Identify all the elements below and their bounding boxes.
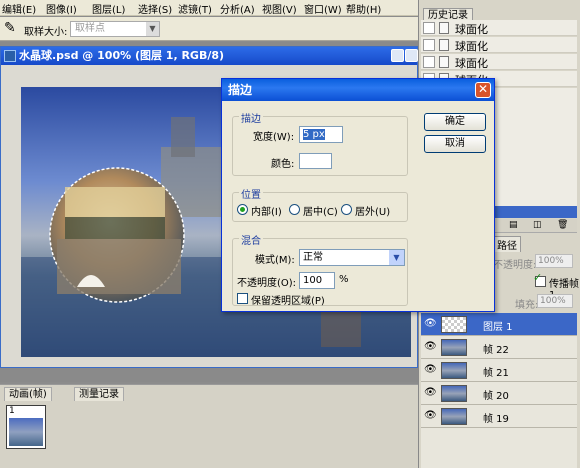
eye-icon[interactable]: 👁 — [424, 341, 437, 353]
menu-filter[interactable]: 滤镜(T) — [178, 1, 212, 16]
opacity-unit: % — [339, 274, 349, 285]
snapshot-checkbox[interactable] — [423, 39, 435, 51]
eye-icon[interactable]: 👁 — [424, 410, 437, 422]
animation-panel: 动画(帧) 测量记录 1 — [0, 384, 418, 468]
layer-name: 帧 21 — [483, 368, 509, 379]
history-state-icon — [439, 56, 449, 68]
outside-label: 居外(U) — [355, 207, 391, 218]
eye-icon[interactable]: 👁 — [424, 387, 437, 399]
center-radio[interactable] — [289, 204, 300, 215]
chevron-down-icon: ▼ — [389, 250, 404, 265]
layer-row[interactable]: 👁 帧 19 — [421, 405, 577, 428]
fill-input[interactable]: 100% — [537, 294, 573, 308]
blend-group: 混合 模式(M): 正常 ▼ 不透明度(O): 100 % 保留透明区域(P) — [232, 232, 408, 307]
history-item[interactable]: 球面化 — [421, 37, 577, 53]
layer-row[interactable]: 👁 帧 22 — [421, 336, 577, 359]
animation-frame[interactable]: 1 — [6, 405, 46, 449]
menu-image[interactable]: 图像(I) — [46, 1, 77, 16]
layer-row[interactable]: 👁 图层 1 — [421, 313, 577, 336]
ok-button[interactable]: 确定 — [424, 113, 486, 131]
dialog-title-bar[interactable]: 描边 ✕ — [222, 79, 494, 101]
preserve-transparency-checkbox[interactable] — [237, 293, 248, 304]
menu-select[interactable]: 选择(S) — [138, 1, 172, 16]
document-title: 水晶球.psd @ 100% (图层 1, RGB/8) — [19, 49, 225, 62]
check-icon: ✓ — [533, 271, 543, 284]
fill-label: 填充: — [515, 300, 539, 311]
layer-name: 帧 20 — [483, 391, 509, 402]
layer-thumbnail — [441, 408, 467, 425]
layer-row[interactable]: 👁 帧 20 — [421, 382, 577, 405]
width-input[interactable]: 5 px — [299, 126, 343, 143]
sample-size-dropdown[interactable]: 取样点 ▼ — [70, 21, 160, 37]
inside-radio[interactable] — [237, 204, 248, 215]
history-item[interactable]: 球面化 — [421, 54, 577, 70]
tab-paths[interactable]: 路径 — [493, 236, 521, 252]
menu-layer[interactable]: 图层(L) — [92, 1, 125, 16]
stroke-dialog: 描边 ✕ 描边 宽度(W): 5 px 颜色: 位置 内部(I) 居中(C) 居… — [221, 78, 495, 312]
snapshot-checkbox[interactable] — [423, 22, 435, 34]
history-state-icon — [439, 39, 449, 51]
eye-icon[interactable]: 👁 — [424, 364, 437, 376]
color-swatch[interactable] — [299, 153, 332, 169]
stroke-group: 描边 宽度(W): 5 px 颜色: — [232, 110, 408, 176]
opacity-label: 不透明度: — [493, 260, 537, 271]
tab-measurement-log[interactable]: 测量记录 — [74, 387, 124, 401]
menu-help[interactable]: 帮助(H) — [346, 1, 381, 16]
opacity-input[interactable]: 100 — [299, 272, 335, 289]
width-label: 宽度(W): — [253, 132, 295, 143]
history-state-icon — [439, 22, 449, 34]
layer-name: 图层 1 — [483, 322, 513, 333]
layers-list-rest — [421, 428, 577, 468]
inside-label: 内部(I) — [251, 207, 282, 218]
close-icon[interactable]: ✕ — [475, 82, 491, 98]
layer-thumbnail — [441, 362, 467, 379]
tab-animation[interactable]: 动画(帧) — [4, 387, 52, 401]
mode-select[interactable]: 正常 ▼ — [299, 249, 405, 266]
maximize-icon[interactable] — [405, 49, 418, 62]
layer-row[interactable]: 👁 帧 21 — [421, 359, 577, 382]
layer-name: 帧 19 — [483, 414, 509, 425]
outside-radio[interactable] — [341, 204, 352, 215]
position-group-title: 位置 — [239, 186, 263, 201]
menu-view[interactable]: 视图(V) — [262, 1, 297, 16]
layer-name: 帧 22 — [483, 345, 509, 356]
position-group: 位置 内部(I) 居中(C) 居外(U) — [232, 186, 408, 222]
menu-edit[interactable]: 编辑(E) — [2, 1, 36, 16]
layer-thumbnail — [441, 316, 467, 333]
menu-bar: 编辑(E) 图像(I) 图层(L) 选择(S) 滤镜(T) 分析(A) 视图(V… — [0, 0, 418, 16]
new-document-icon[interactable]: ▤ — [509, 220, 518, 230]
opacity-input[interactable]: 100% — [535, 254, 573, 268]
snapshot-icon[interactable]: ◫ — [533, 220, 542, 230]
color-label: 颜色: — [271, 159, 295, 170]
mode-label: 模式(M): — [255, 255, 295, 266]
document-icon — [4, 50, 16, 62]
frame-thumbnail — [9, 418, 43, 446]
menu-window[interactable]: 窗口(W) — [304, 1, 342, 16]
options-bar: ✎ 取样大小: 取样点 ▼ — [0, 17, 418, 41]
document-title-bar[interactable]: 水晶球.psd @ 100% (图层 1, RGB/8) — [1, 47, 418, 65]
menu-analysis[interactable]: 分析(A) — [220, 1, 255, 16]
frame-number: 1 — [9, 406, 15, 416]
sample-size-label: 取样大小: — [24, 27, 68, 38]
cancel-button[interactable]: 取消 — [424, 135, 486, 153]
stroke-group-title: 描边 — [239, 110, 263, 125]
eye-icon[interactable]: 👁 — [424, 318, 437, 330]
preserve-transparency-label: 保留透明区域(P) — [251, 296, 325, 307]
layer-thumbnail — [441, 385, 467, 402]
chevron-down-icon: ▼ — [146, 22, 159, 36]
history-item[interactable]: 球面化 — [421, 20, 577, 36]
dialog-title: 描边 — [228, 83, 253, 97]
snapshot-checkbox[interactable] — [423, 56, 435, 68]
layer-thumbnail — [441, 339, 467, 356]
eyedropper-icon[interactable]: ✎ — [4, 20, 16, 36]
minimize-icon[interactable] — [391, 49, 404, 62]
trash-icon[interactable]: 🗑 — [557, 220, 568, 230]
blend-group-title: 混合 — [239, 232, 263, 247]
center-label: 居中(C) — [303, 207, 338, 218]
opacity-label: 不透明度(O): — [237, 278, 297, 289]
